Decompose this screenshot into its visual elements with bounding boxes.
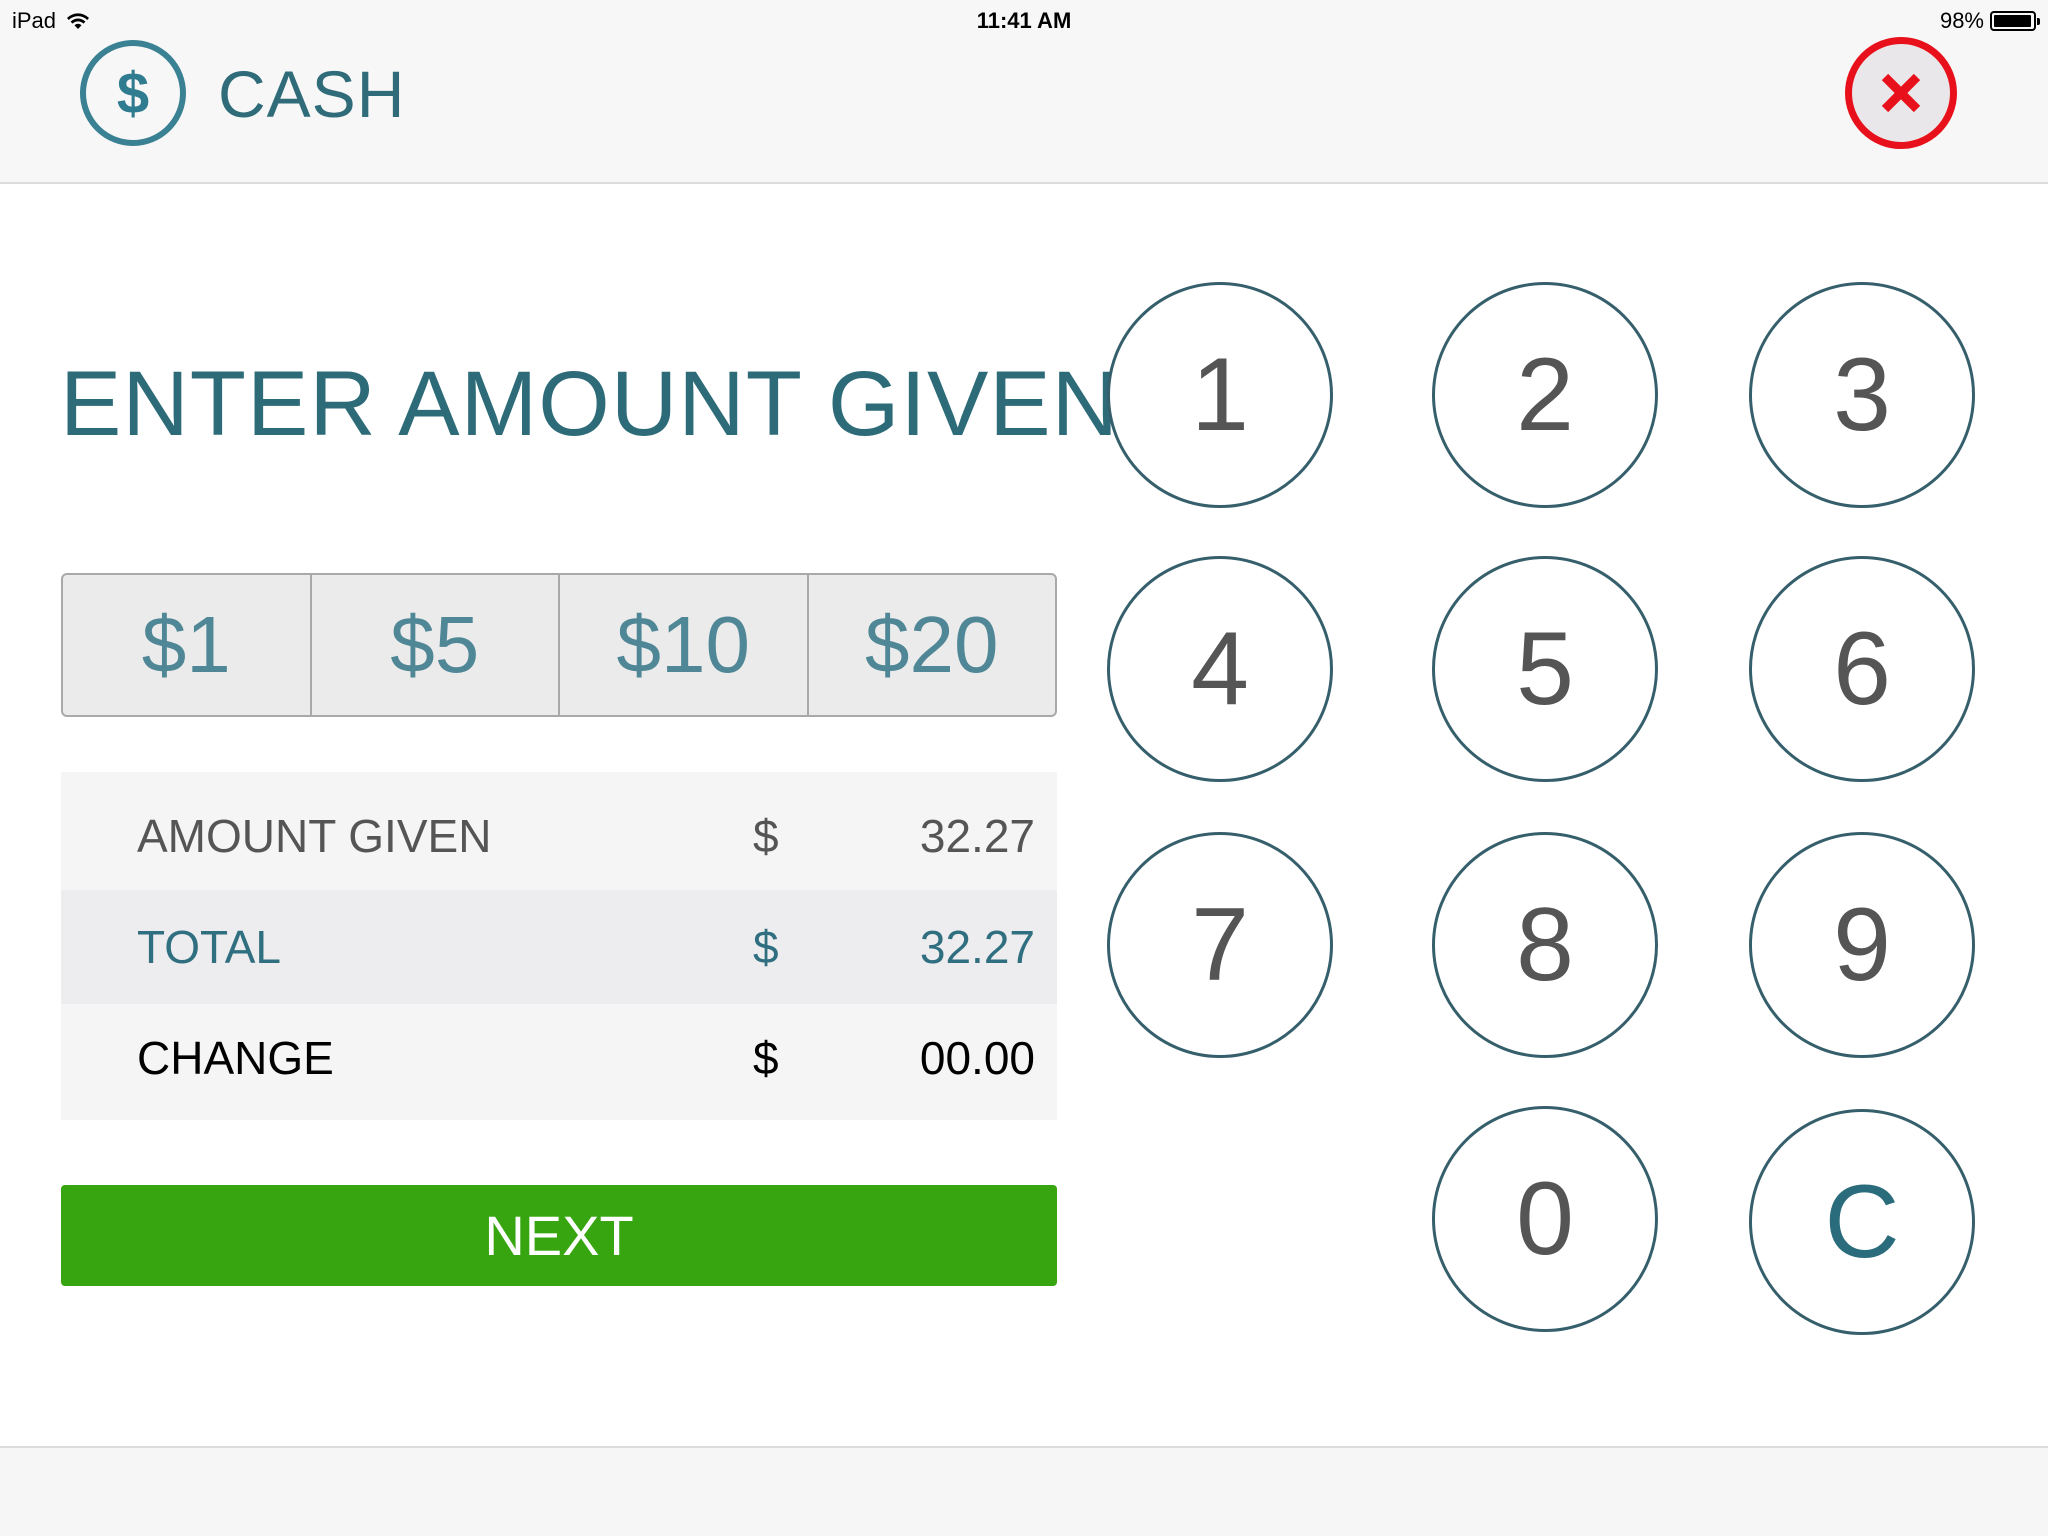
keypad-key-0[interactable]: 0 xyxy=(1432,1106,1658,1332)
keypad-key-7[interactable]: 7 xyxy=(1107,832,1333,1058)
next-button[interactable]: NEXT xyxy=(61,1185,1057,1286)
total-value: 32.27 xyxy=(919,921,1035,973)
total-row: TOTAL $ 32.27 xyxy=(61,890,1057,1004)
amount-given-value: 32.27 xyxy=(919,810,1035,862)
preset-20-button[interactable]: $20 xyxy=(809,575,1056,715)
payment-summary: AMOUNT GIVEN $ 32.27 TOTAL $ 32.27 CHANG… xyxy=(61,772,1057,1120)
change-value: 00.00 xyxy=(919,1032,1035,1084)
change-row: CHANGE $ 00.00 xyxy=(61,1004,1057,1112)
keypad-key-3[interactable]: 3 xyxy=(1749,282,1975,508)
keypad-key-5[interactable]: 5 xyxy=(1432,556,1658,782)
change-label: CHANGE xyxy=(137,1032,334,1084)
total-label: TOTAL xyxy=(137,921,281,973)
status-right: 98% xyxy=(1939,8,2040,34)
amount-given-currency: $ xyxy=(753,810,779,862)
status-bar: iPad 11:41 AM 98% xyxy=(0,0,2048,40)
keypad-key-2[interactable]: 2 xyxy=(1432,282,1658,508)
preset-1-button[interactable]: $1 xyxy=(63,575,312,715)
amount-given-label: AMOUNT GIVEN xyxy=(137,810,492,862)
amount-given-row: AMOUNT GIVEN $ 32.27 xyxy=(61,782,1057,890)
status-time: 11:41 AM xyxy=(976,8,1072,33)
keypad-key-6[interactable]: 6 xyxy=(1749,556,1975,782)
close-x-icon xyxy=(1881,73,1921,113)
header-title: CASH xyxy=(218,57,406,131)
change-currency: $ xyxy=(753,1032,779,1084)
preset-amounts: $1 $5 $10 $20 xyxy=(61,573,1057,717)
battery-percent: 98% xyxy=(1939,8,1984,33)
keypad-clear-button[interactable]: C xyxy=(1749,1109,1975,1335)
keypad-key-1[interactable]: 1 xyxy=(1107,282,1333,508)
keypad-key-9[interactable]: 9 xyxy=(1749,832,1975,1058)
battery-icon xyxy=(1990,11,2040,31)
dollar-glyph: $ xyxy=(116,60,150,126)
preset-10-button[interactable]: $10 xyxy=(560,575,809,715)
page-title: ENTER AMOUNT GIVEN xyxy=(60,353,1120,455)
footer-bar xyxy=(0,1446,2048,1536)
close-button[interactable] xyxy=(1845,37,1957,149)
total-currency: $ xyxy=(753,921,779,973)
battery-fill xyxy=(1994,15,2032,27)
preset-5-button[interactable]: $5 xyxy=(312,575,560,715)
dollar-circle-icon: $ xyxy=(80,40,186,146)
keypad-key-4[interactable]: 4 xyxy=(1107,556,1333,782)
keypad-key-8[interactable]: 8 xyxy=(1432,832,1658,1058)
header: $ CASH xyxy=(0,37,2048,184)
